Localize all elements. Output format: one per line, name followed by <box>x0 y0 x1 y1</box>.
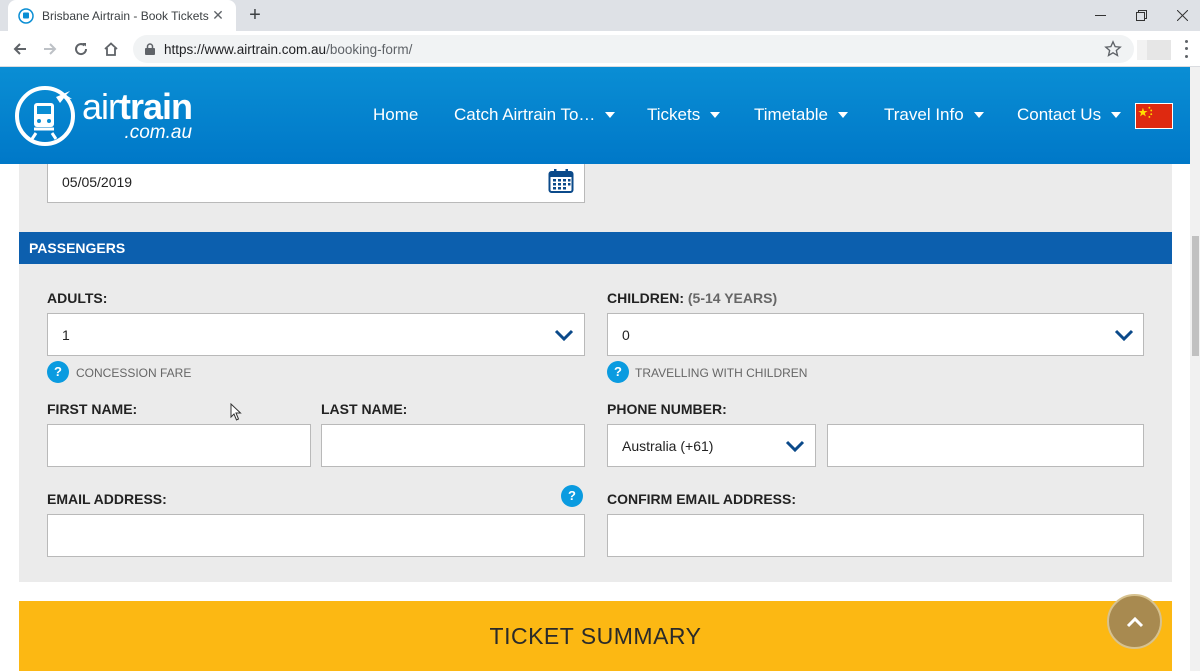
caret-down-icon <box>838 112 849 118</box>
bookmark-star-icon[interactable] <box>1104 40 1122 58</box>
url-host: https://www.airtrain.com.au <box>164 41 327 57</box>
caret-down-icon <box>973 112 984 118</box>
chevron-down-icon <box>554 329 574 341</box>
children-label: CHILDREN: <box>607 290 684 306</box>
phone-country-value: Australia (+61) <box>622 438 714 454</box>
reload-icon[interactable] <box>69 37 93 61</box>
nav-home[interactable]: Home <box>373 105 418 125</box>
email-help-icon[interactable]: ? <box>561 485 583 507</box>
children-help-icon[interactable]: ? <box>607 361 629 383</box>
mouse-cursor-icon <box>230 403 242 421</box>
nav-home-label: Home <box>373 105 419 124</box>
nav-contact-us[interactable]: Contact Us <box>1017 105 1122 125</box>
ticket-summary-title: TICKET SUMMARY <box>489 623 702 649</box>
tab-close-icon[interactable]: ✕ <box>210 7 226 24</box>
nav-catch-airtrain-label: Catch Airtrain To… <box>454 105 596 124</box>
travel-date-field[interactable]: 05/05/2019 <box>47 164 585 203</box>
children-age-range: (5-14 YEARS) <box>687 290 778 306</box>
adults-value: 1 <box>62 327 70 343</box>
caret-down-icon <box>605 112 616 118</box>
logo-train-text: train <box>119 86 193 127</box>
new-tab-icon[interactable]: + <box>244 4 266 26</box>
chevron-down-icon <box>1114 329 1134 341</box>
nav-travel-info[interactable]: Travel Info <box>884 105 984 125</box>
nav-tickets[interactable]: Tickets <box>647 105 721 125</box>
airtrain-favicon-icon <box>18 7 34 24</box>
travel-date-value: 05/05/2019 <box>62 174 133 190</box>
url-path: /booking-form/ <box>326 41 413 57</box>
concession-fare-link[interactable]: CONCESSION FARE <box>76 366 191 380</box>
browser-toolbar: https://www.airtrain.com.au/booking-form… <box>0 31 1200 67</box>
children-label-group: CHILDREN: (5-14 YEARS) <box>607 290 777 306</box>
nav-tickets-label: Tickets <box>647 105 701 124</box>
nav-catch-airtrain[interactable]: Catch Airtrain To… <box>454 105 616 125</box>
browser-menu-icon[interactable] <box>1180 38 1192 60</box>
address-bar[interactable]: https://www.airtrain.com.au/booking-form… <box>133 35 1134 63</box>
children-value: 0 <box>622 327 630 343</box>
concession-help-icon[interactable]: ? <box>47 361 69 383</box>
phone-number-input[interactable] <box>827 424 1144 467</box>
logo-air-text: air <box>82 86 120 127</box>
caret-down-icon <box>710 112 721 118</box>
home-icon[interactable] <box>99 37 123 61</box>
last-name-label: LAST NAME: <box>321 401 408 417</box>
chevron-down-icon <box>785 440 805 452</box>
email-input[interactable] <box>47 514 585 557</box>
phone-country-select[interactable]: Australia (+61) <box>607 424 816 467</box>
phone-label: PHONE NUMBER: <box>607 401 727 417</box>
confirm-email-label: CONFIRM EMAIL ADDRESS: <box>607 491 796 507</box>
tab-title: Brisbane Airtrain - Book Tickets <box>42 8 209 23</box>
ticket-summary-section: TICKET SUMMARY <box>19 601 1172 671</box>
profile-avatar[interactable] <box>1137 40 1171 60</box>
nav-timetable-label: Timetable <box>754 105 829 124</box>
site-header: airtrain .com.au Home Catch Airtrain To…… <box>0 67 1190 164</box>
passengers-section-header: PASSENGERS <box>19 232 1172 264</box>
page-scrollbar[interactable] <box>1190 67 1200 671</box>
back-icon[interactable] <box>8 37 32 61</box>
airtrain-logo[interactable]: airtrain .com.au <box>14 85 193 147</box>
travelling-with-children-link[interactable]: TRAVELLING WITH CHILDREN <box>635 366 807 380</box>
nav-travel-info-label: Travel Info <box>884 105 964 124</box>
scrollbar-thumb[interactable] <box>1192 236 1199 356</box>
chevron-up-icon <box>1126 616 1143 627</box>
logo-wordmark: airtrain .com.au <box>82 89 193 143</box>
airtrain-logo-icon <box>15 86 75 146</box>
minimize-icon[interactable] <box>1077 0 1123 31</box>
first-name-input[interactable] <box>47 424 311 467</box>
nav-contact-us-label: Contact Us <box>1017 105 1102 124</box>
adults-label: ADULTS: <box>47 290 108 306</box>
forward-icon[interactable] <box>38 37 62 61</box>
lock-icon <box>145 43 155 55</box>
confirm-email-input[interactable] <box>607 514 1144 557</box>
email-label: EMAIL ADDRESS: <box>47 491 167 507</box>
caret-down-icon <box>1111 112 1122 118</box>
children-select[interactable]: 0 <box>607 313 1144 356</box>
calendar-icon[interactable] <box>548 168 574 194</box>
adults-select[interactable]: 1 <box>47 313 585 356</box>
first-name-label: FIRST NAME: <box>47 401 138 417</box>
china-flag-icon[interactable] <box>1135 103 1173 129</box>
nav-timetable[interactable]: Timetable <box>754 105 849 125</box>
close-window-icon[interactable] <box>1159 0 1200 31</box>
restore-icon[interactable] <box>1118 0 1164 31</box>
scroll-to-top-button[interactable] <box>1107 594 1162 649</box>
browser-tab-bar: Brisbane Airtrain - Book Tickets ✕ + <box>0 0 1200 31</box>
browser-tab[interactable]: Brisbane Airtrain - Book Tickets ✕ <box>8 0 236 31</box>
passengers-title: PASSENGERS <box>29 240 126 256</box>
last-name-input[interactable] <box>321 424 585 467</box>
